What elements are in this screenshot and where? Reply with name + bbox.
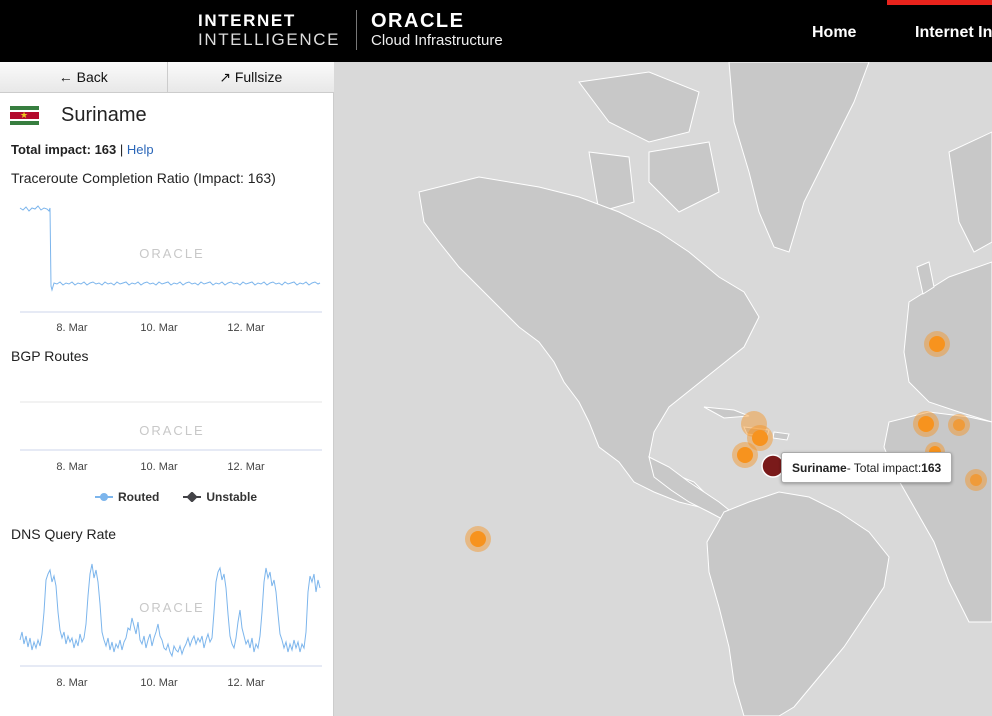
impact-marker[interactable] — [970, 474, 982, 486]
bgp-chart[interactable]: ORACLE 8. Mar 10. Mar 12. Mar — [0, 374, 334, 478]
impact-marker[interactable] — [918, 416, 934, 432]
legend-routed[interactable]: Routed — [95, 490, 159, 504]
tooltip-country: Suriname — [792, 460, 847, 475]
total-impact-line: Total impact: 163 | Help — [11, 142, 154, 157]
fullsize-button[interactable]: ↗ Fullsize — [166, 62, 334, 92]
logo-line-2: INTELLIGENCE — [198, 30, 341, 49]
routed-legend-icon — [95, 493, 113, 501]
scandinavia-shape — [948, 131, 992, 253]
bgp-legend: Routed Unstable — [95, 490, 281, 504]
arctic-islands-shape — [578, 71, 720, 213]
world-map[interactable] — [349, 62, 992, 716]
bgp-tick-1: 8. Mar — [56, 461, 88, 473]
impact-value: 163 — [94, 142, 117, 157]
tooltip-text: - Total impact: — [846, 460, 922, 475]
traceroute-tick-2: 10. Mar — [140, 322, 178, 334]
impact-marker[interactable] — [737, 447, 753, 463]
sidebar-toolbar: ← Back ↗ Fullsize — [0, 62, 334, 93]
suriname-flag-icon: ★ — [10, 106, 39, 125]
uk-shape — [916, 261, 935, 295]
bgp-tick-2: 10. Mar — [140, 461, 178, 473]
traceroute-tick-1: 8. Mar — [56, 322, 88, 334]
dns-chart[interactable]: ORACLE 8. Mar 10. Mar 12. Mar — [0, 552, 334, 694]
logo-divider — [356, 10, 357, 50]
oracle-subtitle: Cloud Infrastructure — [371, 32, 503, 49]
traceroute-chart[interactable]: ORACLE 8. Mar 10. Mar 12. Mar — [0, 196, 334, 338]
nav-home-link[interactable]: Home — [812, 24, 856, 42]
impact-marker[interactable] — [953, 419, 965, 431]
impact-marker[interactable] — [929, 336, 945, 352]
country-name: Suriname — [61, 104, 147, 126]
unstable-legend-icon — [183, 492, 202, 502]
traceroute-chart-title: Traceroute Completion Ratio (Impact: 163… — [11, 170, 276, 186]
bgp-chart-title: BGP Routes — [11, 348, 89, 364]
world-map-svg[interactable] — [349, 62, 992, 716]
south-america-shape[interactable] — [706, 491, 890, 716]
impact-label: Total impact: — [11, 142, 91, 157]
impact-marker[interactable] — [752, 430, 768, 446]
bgp-tick-3: 12. Mar — [227, 461, 265, 473]
top-header: INTERNET INTELLIGENCE ORACLE Cloud Infra… — [0, 0, 992, 62]
country-sidebar: ← Back ↗ Fullsize ★ Suriname Total impac… — [0, 62, 334, 716]
traceroute-tick-3: 12. Mar — [227, 322, 265, 334]
country-heading: ★ Suriname — [10, 104, 147, 127]
internet-intelligence-logo[interactable]: INTERNET INTELLIGENCE — [198, 11, 340, 49]
logo-line-1: INTERNET — [198, 11, 296, 30]
greenland-shape[interactable] — [728, 62, 870, 253]
tooltip-value: 163 — [921, 460, 942, 475]
legend-routed-label: Routed — [118, 490, 160, 504]
impact-marker[interactable] — [470, 531, 486, 547]
dns-tick-3: 12. Mar — [227, 677, 265, 689]
oracle-cloud-logo[interactable]: ORACLE Cloud Infrastructure — [371, 11, 503, 51]
map-tooltip: Suriname - Total impact: 163 — [781, 452, 953, 483]
dns-tick-1: 8. Mar — [56, 677, 88, 689]
dns-watermark: ORACLE — [139, 600, 204, 615]
dns-tick-2: 10. Mar — [140, 677, 178, 689]
help-link[interactable]: Help — [127, 142, 154, 157]
traceroute-watermark: ORACLE — [139, 246, 204, 261]
nav-internet-intelligence-link[interactable]: Internet In — [915, 24, 992, 42]
impact-separator: | — [119, 142, 124, 157]
nav-active-indicator — [887, 0, 992, 5]
back-button[interactable]: ← Back — [0, 62, 167, 92]
dns-chart-title: DNS Query Rate — [11, 526, 117, 542]
legend-unstable-label: Unstable — [206, 490, 258, 504]
bgp-watermark: ORACLE — [139, 423, 204, 438]
oracle-wordmark: ORACLE — [371, 10, 465, 32]
north-america-shape[interactable] — [418, 176, 760, 508]
legend-unstable[interactable]: Unstable — [183, 490, 257, 504]
